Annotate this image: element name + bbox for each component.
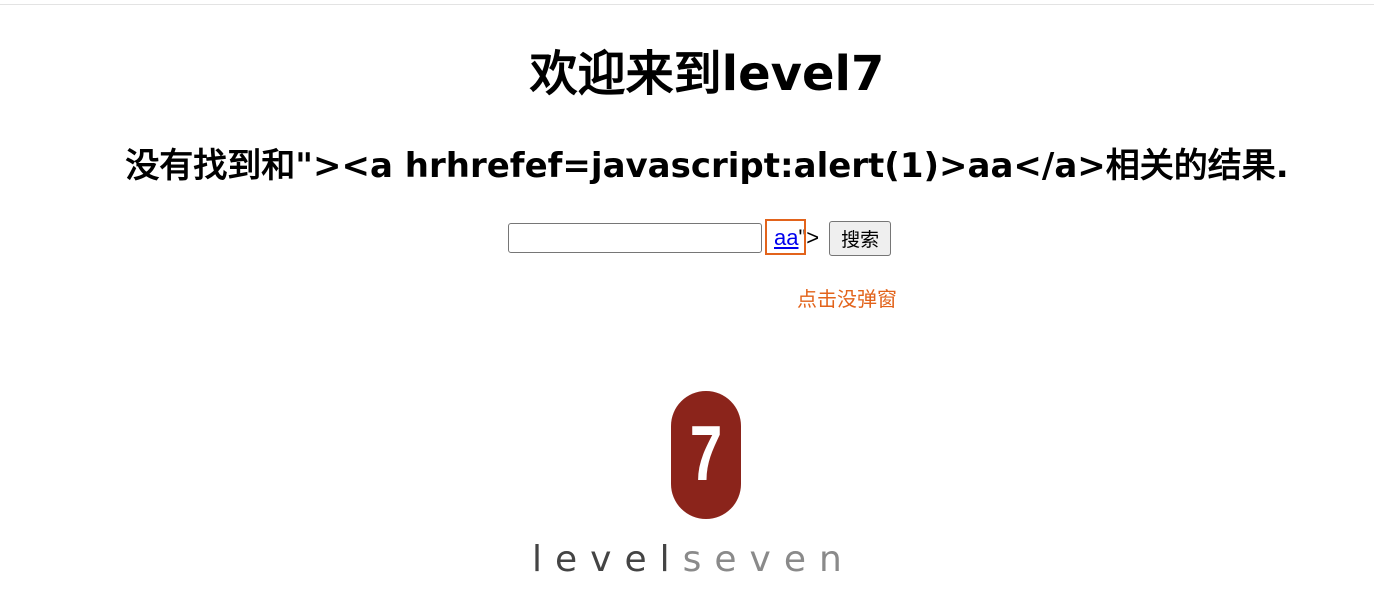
search-button[interactable]: 搜索 xyxy=(829,220,892,256)
logo-wordmark-seven: seven xyxy=(682,539,855,580)
search-result-heading: 没有找到和"><a hrhrefef=javascript:alert(1)>a… xyxy=(125,146,1289,186)
logo-wordmark-level: level xyxy=(532,539,683,580)
page-title: 欢迎来到level7 xyxy=(529,46,885,102)
annotation-note: 点击没弹窗 xyxy=(797,287,897,311)
level-seven-logo: 7 levelseven xyxy=(520,388,890,588)
logo-wordmark: levelseven xyxy=(520,538,890,582)
top-divider xyxy=(0,4,1374,5)
logo-digit: 7 xyxy=(689,409,723,497)
search-form: aa "> 搜索 xyxy=(508,220,892,256)
highlight-box xyxy=(765,219,806,255)
search-input[interactable] xyxy=(508,223,762,253)
